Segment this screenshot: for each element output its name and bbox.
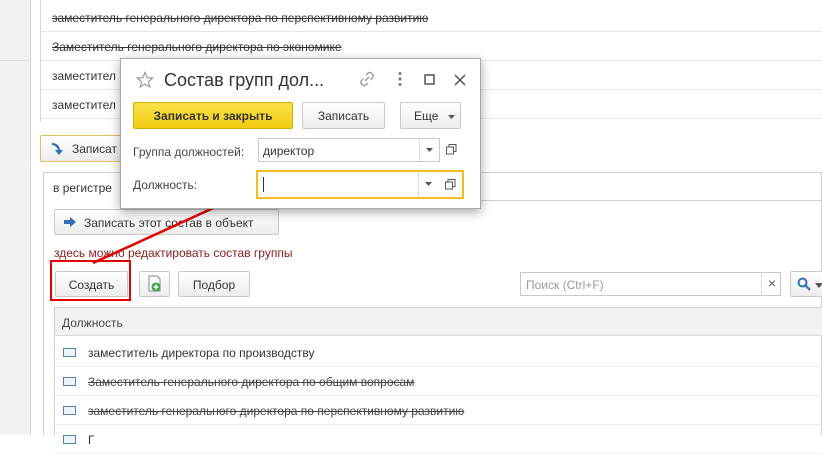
item-icon: [63, 435, 76, 444]
maximize-icon[interactable]: [424, 74, 436, 86]
star-icon[interactable]: [136, 71, 154, 89]
position-label: Должность:: [133, 178, 198, 192]
chevron-down-icon: [425, 182, 432, 186]
open-window-icon: [445, 179, 456, 190]
position-field[interactable]: [256, 170, 464, 199]
save-and-close-button[interactable]: Записать и закрыть: [133, 102, 293, 129]
save-button[interactable]: Записать: [302, 102, 385, 129]
chevron-down-icon: [426, 148, 433, 152]
group-open-button[interactable]: [442, 139, 462, 161]
position-dropdown-button[interactable]: [418, 172, 438, 197]
save-label: Записать: [317, 109, 370, 123]
chevron-down-icon: [448, 115, 455, 119]
close-icon[interactable]: [454, 74, 466, 86]
group-field[interactable]: директор: [258, 138, 440, 162]
open-window-icon: [446, 144, 457, 155]
group-label: Группа должностей:: [133, 145, 245, 159]
more-label: Еще: [414, 109, 439, 123]
group-dropdown-button[interactable]: [419, 139, 439, 161]
more-button[interactable]: Еще: [400, 102, 461, 129]
text-cursor: [263, 177, 264, 192]
dialog-title: Состав групп дол...: [164, 70, 325, 90]
more-menu-icon[interactable]: [397, 71, 403, 87]
position-open-button[interactable]: [440, 172, 462, 197]
link-icon[interactable]: [359, 71, 375, 87]
group-field-value: директор: [263, 144, 315, 158]
composition-dialog: Состав групп дол... Записать и закрыть З…: [120, 58, 481, 209]
save-and-close-label: Записать и закрыть: [153, 109, 273, 123]
table-cell: Г: [88, 433, 95, 447]
